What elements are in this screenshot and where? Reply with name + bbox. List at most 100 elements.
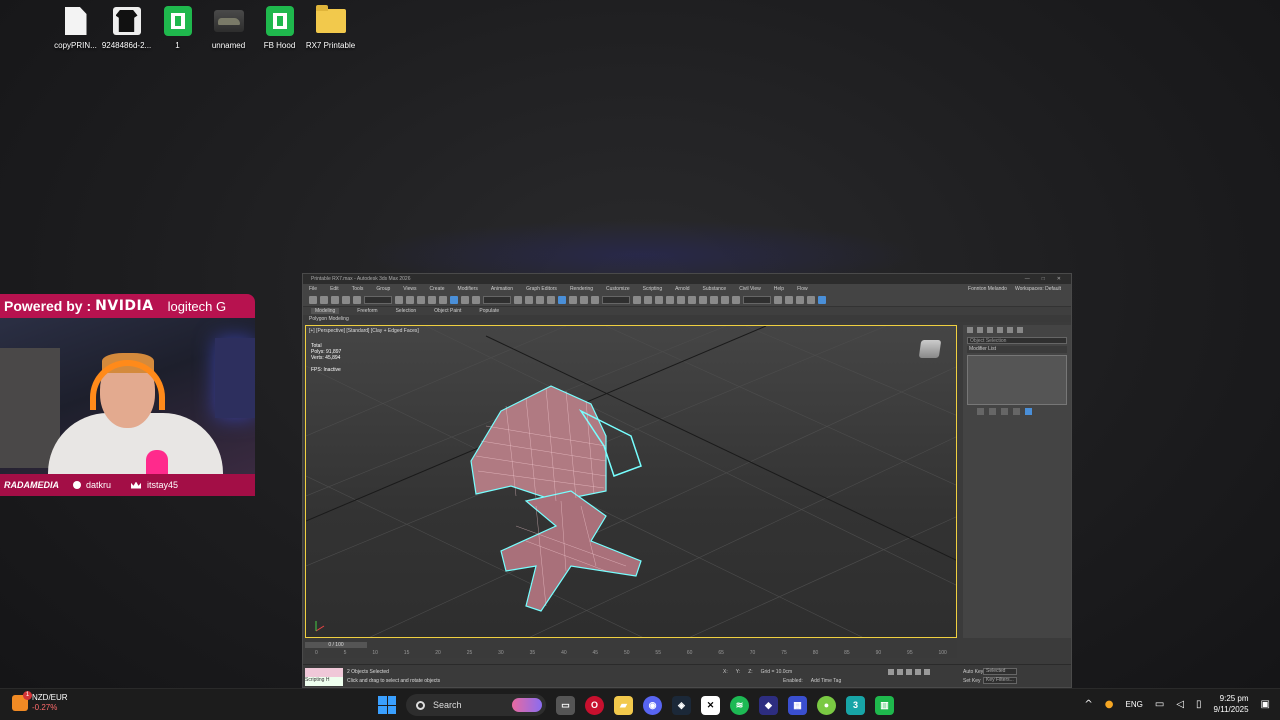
currency-widget[interactable]: NZD/EUR -0.27% [12, 691, 68, 713]
render-setup-icon[interactable] [710, 295, 718, 304]
goto-start-icon[interactable] [888, 669, 894, 675]
coord-y-label[interactable]: Y: [736, 669, 740, 675]
selected-dropdown[interactable]: Selected [983, 668, 1017, 675]
mirror-icon[interactable] [633, 295, 641, 304]
rotate-icon[interactable] [450, 295, 458, 304]
motion-tab-icon[interactable] [997, 327, 1003, 333]
percent-snap-icon[interactable] [569, 295, 577, 304]
desktop-icon-tshirt[interactable]: 9248486d-2... [101, 4, 152, 50]
chevron-up-icon[interactable]: ^ [1084, 699, 1092, 710]
menu-create[interactable]: Create [430, 286, 445, 292]
menu-civil-view[interactable]: Civil View [739, 286, 761, 292]
spotify-icon[interactable]: ≋ [730, 695, 749, 715]
named-selection-dropdown[interactable] [602, 295, 630, 304]
utilities-tab-icon[interactable] [1017, 327, 1023, 333]
modifier-stack[interactable] [967, 355, 1067, 405]
bind-icon[interactable] [353, 295, 361, 304]
redo-icon[interactable] [320, 295, 328, 304]
next-frame-icon[interactable] [915, 669, 921, 675]
file-explorer-icon[interactable]: ▰ [614, 695, 633, 715]
move-icon[interactable] [439, 295, 447, 304]
create-tab-icon[interactable] [967, 327, 973, 333]
desktop-icon-fb-hood[interactable]: FB Hood [254, 4, 305, 50]
volume-icon[interactable]: ◁ [1176, 699, 1184, 710]
placement-icon[interactable] [472, 295, 480, 304]
make-unique-icon[interactable] [1001, 408, 1008, 415]
reference-coord-dropdown[interactable] [483, 295, 511, 304]
layer-explorer-icon[interactable] [655, 295, 663, 304]
tab-modeling[interactable]: Modeling [311, 308, 340, 314]
time-slider[interactable]: 0 / 100 [305, 642, 367, 648]
desktop-icon-1[interactable]: 1 [152, 4, 203, 50]
viewcube-icon[interactable] [918, 340, 942, 358]
tidal-icon[interactable]: ◆ [759, 695, 778, 715]
menu-graph-editors[interactable]: Graph Editors [526, 286, 557, 292]
render-icon[interactable] [732, 295, 740, 304]
clock[interactable]: 9:25 pm 9/11/2025 [1214, 693, 1249, 715]
3dsmax-window[interactable]: Printable RX7.max - Autodesk 3ds Max 202… [302, 273, 1072, 688]
menu-rendering[interactable]: Rendering [570, 286, 593, 292]
edit-named-selection-icon[interactable] [591, 295, 599, 304]
tab-freeform[interactable]: Freeform [357, 308, 377, 314]
battery-icon[interactable]: ▯ [1196, 699, 1202, 710]
open-icon[interactable] [774, 295, 782, 304]
tab-populate[interactable]: Populate [479, 308, 499, 314]
search-box[interactable]: Search [406, 694, 546, 716]
goto-end-icon[interactable] [924, 669, 930, 675]
viewport-label[interactable]: [+] [Perspective] [Standard] [Clay + Edg… [309, 328, 419, 334]
task-view-icon[interactable]: ▭ [556, 695, 575, 715]
remove-modifier-icon[interactable] [1013, 408, 1020, 415]
keyboard-shortcut-icon[interactable] [536, 295, 544, 304]
menu-modifiers[interactable]: Modifiers [458, 286, 478, 292]
display-tab-icon[interactable] [1007, 327, 1013, 333]
project-dropdown[interactable] [743, 295, 771, 304]
enabled-label[interactable]: Enabled: [783, 678, 803, 684]
set-key-button[interactable]: Set Key [963, 677, 983, 686]
snaps-icon[interactable] [547, 295, 555, 304]
modify-tab-icon[interactable] [977, 327, 983, 333]
tab-object-paint[interactable]: Object Paint [434, 308, 461, 314]
perspective-viewport[interactable]: [+] [Perspective] [Standard] [Clay + Edg… [305, 325, 957, 638]
steam-icon[interactable]: ◈ [672, 695, 691, 715]
rendered-frame-icon[interactable] [721, 295, 729, 304]
timeline[interactable]: 0 / 100 0 5 10 15 20 25 30 35 40 45 50 5… [305, 640, 957, 658]
menu-views[interactable]: Views [403, 286, 416, 292]
select-by-name-icon[interactable] [406, 295, 414, 304]
undo-icon[interactable] [309, 295, 317, 304]
show-end-result-icon[interactable] [989, 408, 996, 415]
close-button[interactable]: ✕ [1057, 276, 1061, 282]
menu-file[interactable]: File [309, 286, 317, 292]
schematic-view-icon[interactable] [688, 295, 696, 304]
align-icon[interactable] [644, 295, 652, 304]
user-account[interactable]: Fonnton Melando [968, 286, 1007, 292]
coord-z-label[interactable]: Z: [748, 669, 752, 675]
polygon-modeling-label[interactable]: Polygon Modeling [309, 316, 349, 322]
start-button[interactable] [378, 696, 396, 714]
add-time-tag-button[interactable]: Add Time Tag [811, 678, 841, 684]
viewport-layout-icon[interactable] [818, 295, 826, 304]
menu-group[interactable]: Group [376, 286, 390, 292]
play-icon[interactable] [906, 669, 912, 675]
menu-scripting[interactable]: Scripting [643, 286, 662, 292]
desktop-icon-unnamed[interactable]: unnamed [203, 4, 254, 50]
window-titlebar[interactable]: Printable RX7.max - Autodesk 3ds Max 202… [303, 274, 1071, 284]
3dsmax-icon[interactable]: 3 [846, 695, 865, 715]
maximize-button[interactable]: □ [1042, 276, 1045, 282]
menu-flow[interactable]: Flow [797, 286, 808, 292]
tab-selection[interactable]: Selection [396, 308, 417, 314]
auto-key-button[interactable]: Auto Key [963, 668, 983, 677]
key-filters-button[interactable]: Key Filters... [983, 677, 1017, 684]
previous-frame-icon[interactable] [897, 669, 903, 675]
menu-arnold[interactable]: Arnold [675, 286, 689, 292]
window-crossing-icon[interactable] [428, 295, 436, 304]
arnold-icon[interactable] [807, 295, 815, 304]
capcut-icon[interactable]: ✕ [701, 695, 720, 715]
configure-modifier-sets-icon[interactable] [1025, 408, 1032, 415]
angle-snap-icon[interactable] [558, 295, 566, 304]
spinner-snap-icon[interactable] [580, 295, 588, 304]
material-editor-icon[interactable] [699, 295, 707, 304]
language-indicator[interactable]: ENG [1126, 700, 1143, 709]
object-name-field[interactable]: Object Selection [967, 337, 1067, 344]
scale-icon[interactable] [461, 295, 469, 304]
coord-x-label[interactable]: X: [723, 669, 728, 675]
